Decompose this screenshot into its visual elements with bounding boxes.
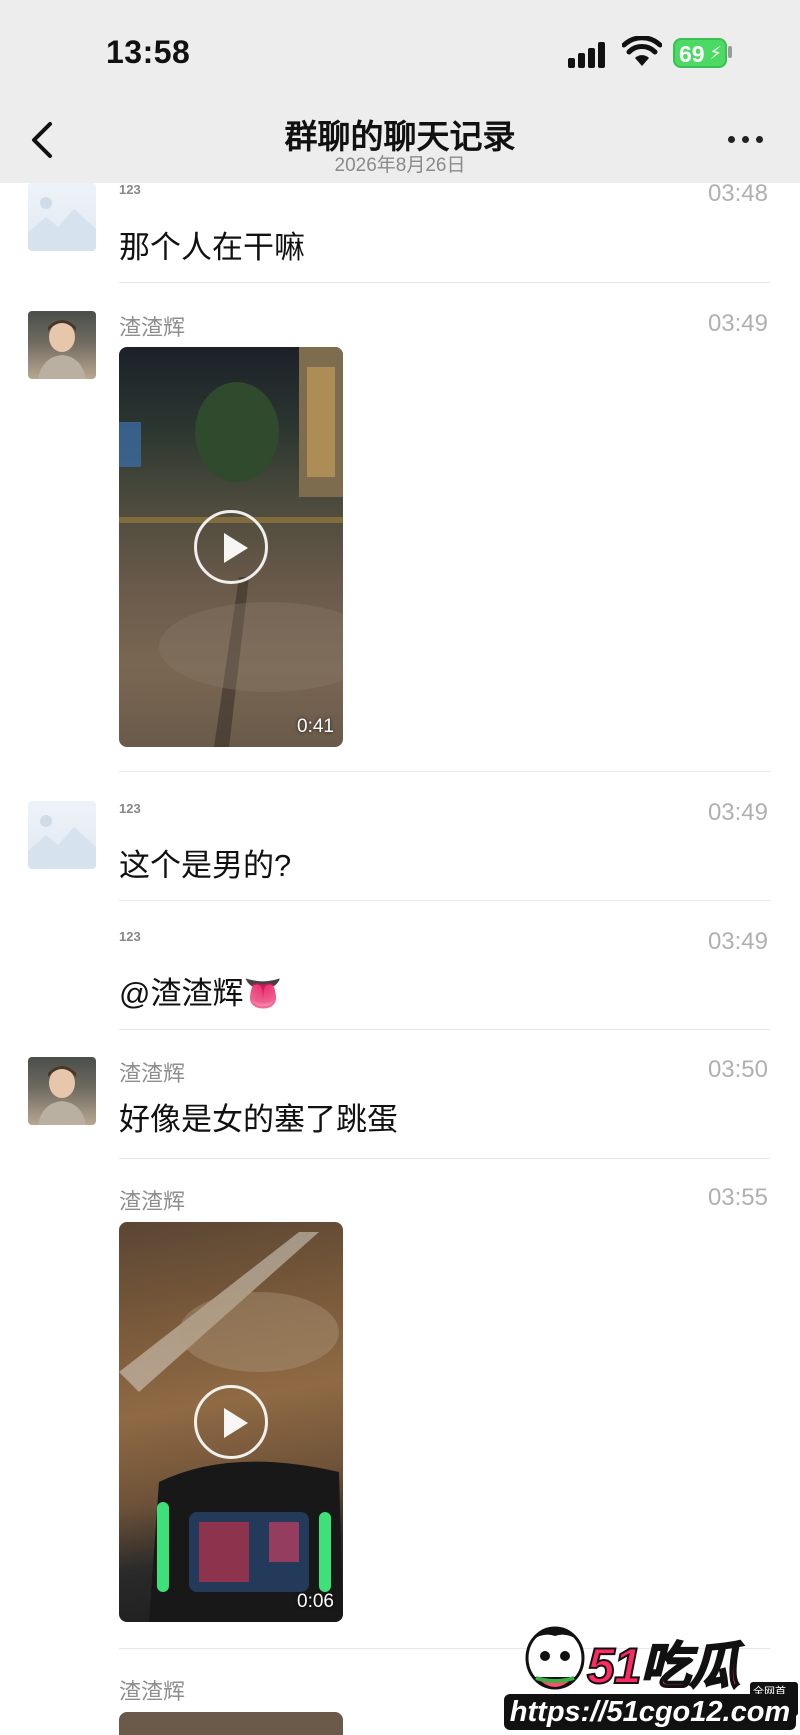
- watermark: 51吃瓜 全网首发 https://51cgo12.com: [500, 1618, 798, 1733]
- status-time: 13:58: [106, 34, 191, 70]
- message-time: 03:49: [707, 799, 768, 826]
- sender-name: 123: [119, 182, 141, 197]
- person-avatar-icon: [38, 320, 86, 379]
- video-message[interactable]: 0:41: [119, 347, 343, 747]
- sender-name: 渣渣辉: [119, 315, 186, 340]
- image-placeholder-icon: [28, 197, 96, 251]
- sender-name: 123: [119, 801, 141, 816]
- sender-name: 123: [119, 929, 141, 944]
- avatar[interactable]: [28, 801, 96, 869]
- message-time: 03:55: [707, 1184, 768, 1211]
- watermelon-mascot-logo: [525, 1626, 585, 1690]
- battery-level: 69: [679, 41, 705, 67]
- divider: [119, 900, 770, 901]
- battery-cap: [728, 46, 732, 58]
- sender-name: 渣渣辉: [119, 1061, 186, 1086]
- image-placeholder-icon: [28, 815, 96, 869]
- video-message[interactable]: 0:06: [119, 1222, 343, 1622]
- top-bar: 13:58 69 ⚡ 群聊的聊天记录 2026年8月26日: [0, 0, 800, 183]
- video-duration: 0:41: [297, 716, 334, 737]
- message-time: 03:49: [707, 928, 768, 955]
- message-text[interactable]: @渣渣辉👅: [119, 968, 282, 1013]
- watermark-url: https://51cgo12.com: [504, 1694, 796, 1730]
- person-avatar-icon: [38, 1066, 86, 1125]
- message-text[interactable]: 好像是女的塞了跳蛋: [119, 1094, 398, 1139]
- page-subtitle: 2026年8月26日: [334, 155, 466, 176]
- divider: [119, 1158, 770, 1159]
- message-time: 03:50: [707, 1056, 768, 1083]
- avatar[interactable]: [28, 183, 96, 251]
- sender-name: 渣渣辉: [119, 1679, 186, 1704]
- video-duration: 0:06: [297, 1591, 334, 1612]
- message-text[interactable]: 这个是男的?: [119, 840, 291, 885]
- message-time: 03:49: [707, 310, 768, 337]
- play-icon[interactable]: [194, 510, 268, 584]
- message-time: 03:48: [707, 180, 768, 207]
- message-text[interactable]: 那个人在干嘛: [119, 222, 305, 267]
- more-button[interactable]: [724, 124, 766, 154]
- avatar[interactable]: [28, 311, 96, 379]
- watermark-brand: 51吃瓜: [586, 1637, 741, 1695]
- bolt-icon: ⚡: [709, 43, 722, 63]
- divider: [119, 282, 770, 283]
- divider: [119, 771, 770, 772]
- sender-name: 渣渣辉: [119, 1189, 186, 1214]
- play-icon[interactable]: [194, 1385, 268, 1459]
- more-dots-icon: [728, 136, 735, 143]
- wifi-icon: [622, 36, 662, 66]
- signal-icon: [568, 40, 610, 68]
- divider: [119, 1029, 770, 1030]
- avatar[interactable]: [28, 1057, 96, 1125]
- battery-charging-icon: 69 ⚡: [673, 38, 727, 68]
- video-message[interactable]: [119, 1712, 343, 1735]
